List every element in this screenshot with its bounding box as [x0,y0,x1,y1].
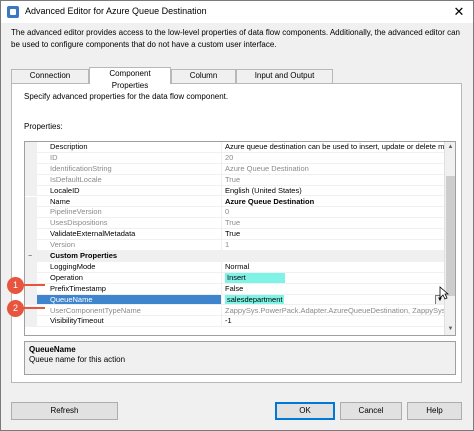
property-row[interactable]: Description Azure queue destination can … [25,142,445,153]
close-icon[interactable]: ✕ [451,4,467,20]
description-title: QueueName [29,345,76,354]
property-grid[interactable]: Description Azure queue destination can … [24,141,456,336]
property-row[interactable]: PipelineVersion 0 [25,207,445,219]
row-gutter [25,272,37,284]
title-bar: Advanced Editor for Azure Queue Destinat… [1,1,473,23]
row-gutter [25,207,37,219]
property-row[interactable]: UsesDispositions True [25,218,445,230]
window-title: Advanced Editor for Azure Queue Destinat… [25,6,207,16]
property-value: 1 [222,240,445,251]
tab-connection-managers[interactable]: Connection Managers [11,69,89,92]
property-row[interactable]: Name Azure Queue Destination [25,196,445,208]
row-gutter [25,152,37,164]
panel-description: Specify advanced properties for the data… [24,92,229,101]
advanced-editor-window: Advanced Editor for Azure Queue Destinat… [0,0,474,431]
row-gutter [25,218,37,230]
ok-button[interactable]: OK [275,402,335,420]
grid-scrollbar[interactable]: ▲ ▼ [444,142,455,335]
scroll-down-icon[interactable]: ▼ [445,324,455,335]
callout-badge-2: 2 [7,300,24,317]
property-value[interactable]: Azure queue destination can be used to i… [222,142,445,153]
property-value[interactable]: Azure Queue Destination [222,197,445,208]
property-value[interactable]: Normal [222,262,445,273]
property-value: True [222,175,445,186]
tab-input-output-properties[interactable]: Input and Output Properties [236,69,333,92]
property-value: ZappySys.PowerPack.Adapter.AzureQueueDes… [222,306,445,317]
property-name: LocaleID [37,185,222,197]
property-name: PipelineVersion [37,207,222,219]
property-value[interactable]: salesdepartment ▼ [222,294,445,306]
minus-icon[interactable]: − [28,253,34,260]
property-value: 0 [222,207,445,219]
property-value[interactable]: -1 [222,316,445,328]
properties-label: Properties: [24,122,63,131]
property-value: True [222,218,445,230]
property-value: Azure Queue Destination [222,164,445,175]
property-value: 20 [222,153,445,164]
property-row-operation[interactable]: Operation Insert [25,272,445,284]
property-row[interactable]: UserComponentTypeName ZappySys.PowerPack… [25,305,445,317]
tab-column-mappings[interactable]: Column Mappings [171,69,236,92]
property-value[interactable]: False [222,284,445,295]
property-row[interactable]: LocaleID English (United States) [25,185,445,197]
property-name: ValidateExternalMetadata [37,229,222,241]
help-button[interactable]: Help [407,402,462,420]
property-row[interactable]: VisibilityTimeout -1 [25,316,445,328]
property-name: Name [37,196,222,208]
property-row[interactable]: Version 1 [25,240,445,251]
category-value [222,251,445,262]
row-gutter [25,229,37,241]
row-gutter [25,142,37,153]
property-row[interactable]: ID 20 [25,152,445,164]
property-row[interactable]: PrefixTimestamp False [25,283,445,295]
property-name: Version [37,240,222,251]
tab-component-properties[interactable]: Component Properties [89,67,171,90]
property-row[interactable]: LoggingMode Normal [25,261,445,273]
highlighted-value: Insert [225,272,285,283]
component-properties-panel: Specify advanced properties for the data… [11,83,462,383]
row-gutter [25,294,37,306]
property-row[interactable]: ValidateExternalMetadata True [25,229,445,241]
row-gutter [25,261,37,273]
property-value[interactable]: Insert [222,272,445,284]
category-name: Custom Properties [50,251,118,260]
scroll-up-icon[interactable]: ▲ [445,142,455,153]
description-text: Queue name for this action [29,355,126,364]
property-name: ID [37,152,222,164]
cancel-button[interactable]: Cancel [340,402,402,420]
refresh-button[interactable]: Refresh [11,402,118,420]
property-name: VisibilityTimeout [37,316,222,328]
app-icon [7,6,19,18]
callout-line-2 [23,307,45,309]
property-description-box: QueueName Queue name for this action [24,341,456,375]
row-gutter [25,185,37,197]
callout-line-1 [23,284,45,286]
mouse-cursor-icon [439,286,449,300]
property-value[interactable]: English (United States) [222,186,445,197]
row-gutter [25,196,37,208]
property-name: Description [37,142,222,153]
property-name: QueueName [37,294,222,306]
property-value[interactable]: True [222,229,445,241]
category-custom-properties[interactable]: − Custom Properties [25,251,445,262]
property-row-queuename[interactable]: QueueName salesdepartment ▼ [25,294,445,306]
property-name: UserComponentTypeName [37,305,222,317]
highlighted-value: salesdepartment [225,294,285,304]
property-row[interactable]: IsDefaultLocale True [25,174,445,186]
row-gutter [25,316,37,328]
intro-text: The advanced editor provides access to t… [11,28,461,49]
property-row[interactable]: IdentificationString Azure Queue Destina… [25,163,445,175]
property-name: IdentificationString [37,163,222,175]
row-gutter [25,163,37,175]
row-gutter [25,240,37,251]
row-gutter [25,174,37,186]
property-name: LoggingMode [37,261,222,273]
property-name: IsDefaultLocale [37,174,222,186]
property-name: Operation [37,272,222,284]
scroll-thumb[interactable] [446,176,455,296]
callout-badge-1: 1 [7,277,24,294]
property-name: UsesDispositions [37,218,222,230]
property-name: PrefixTimestamp [37,283,222,295]
